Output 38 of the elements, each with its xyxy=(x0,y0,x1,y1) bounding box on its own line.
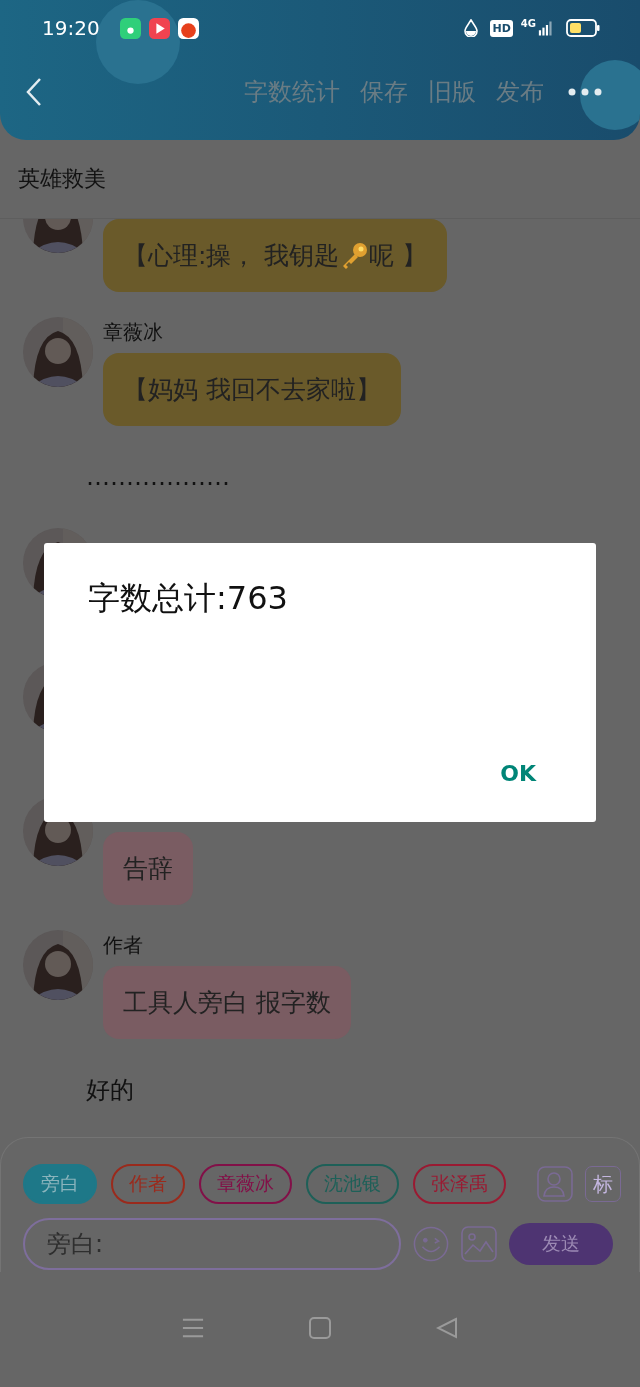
narration-text: ……………… xyxy=(86,463,230,491)
message-field[interactable]: 旁白: xyxy=(23,1218,401,1270)
more-icon[interactable] xyxy=(568,88,602,96)
send-button[interactable]: 发送 xyxy=(509,1223,613,1265)
role-chip[interactable]: 沈池银 xyxy=(306,1164,399,1204)
message-bubble: 【心理:操， 我钥匙 呢 】 xyxy=(103,219,448,292)
message-bubble: 工具人旁白 报字数 xyxy=(103,966,351,1039)
status-time: 19:20 xyxy=(42,16,100,40)
drop-icon xyxy=(464,19,479,37)
menu-icon[interactable] xyxy=(182,1317,205,1339)
emoji-icon[interactable] xyxy=(413,1226,449,1262)
header-action[interactable]: 保存 xyxy=(340,76,408,108)
image-icon[interactable] xyxy=(461,1226,497,1262)
decor-circle xyxy=(580,60,640,130)
back-triangle-icon[interactable] xyxy=(435,1317,458,1339)
narration-text: 好的 xyxy=(86,1075,134,1106)
message-bubble: 【妈妈 我回不去家啦】 xyxy=(103,353,401,426)
ok-button[interactable]: OK xyxy=(500,761,536,786)
role-chip[interactable]: 旁白 xyxy=(23,1164,97,1204)
person-icon[interactable] xyxy=(537,1166,573,1202)
mark-button[interactable]: 标 xyxy=(585,1166,621,1202)
header-action[interactable]: 发布 xyxy=(476,76,544,108)
dialog-title: 字数总计:763 xyxy=(88,578,289,619)
sender-name: 作者 xyxy=(103,932,143,959)
role-chip[interactable]: 张泽禹 xyxy=(413,1164,506,1204)
header-action[interactable]: 旧版 xyxy=(408,76,476,108)
role-chip[interactable]: 作者 xyxy=(111,1164,185,1204)
sender-name: 章薇冰 xyxy=(103,319,163,346)
home-icon[interactable] xyxy=(309,1317,331,1339)
header-action[interactable]: 字数统计 xyxy=(224,76,340,108)
story-title: 英雄救美 xyxy=(18,165,106,193)
signal-icon xyxy=(538,20,552,36)
hd-badge: HD xyxy=(490,19,513,37)
back-icon[interactable] xyxy=(26,77,42,107)
message-bubble: 告辞 xyxy=(103,832,193,905)
network-label: 4G xyxy=(520,17,536,29)
role-chip[interactable]: 章薇冰 xyxy=(199,1164,292,1204)
battery-icon xyxy=(566,19,600,37)
